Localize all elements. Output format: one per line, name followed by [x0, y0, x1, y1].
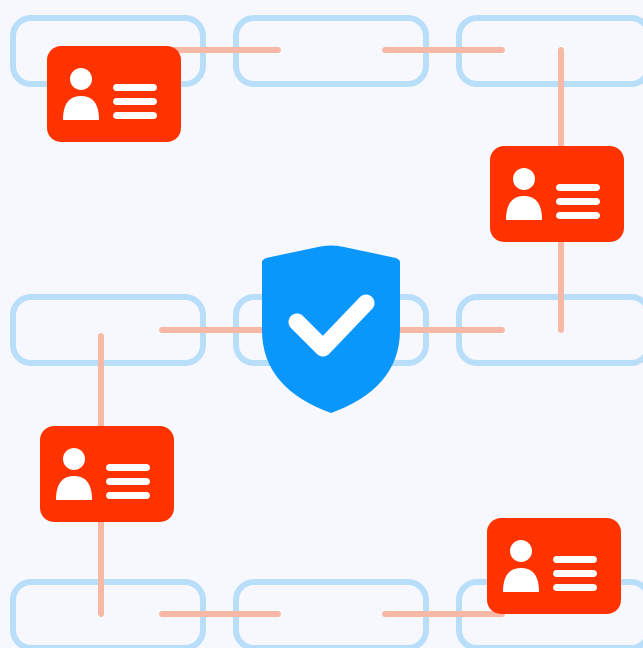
- id-card-icon: [490, 146, 624, 242]
- id-card-icon: [47, 46, 181, 142]
- id-card-icon: [487, 518, 621, 614]
- id-card-icon: [40, 426, 174, 522]
- shield-check-icon: [262, 245, 400, 413]
- verified-identity-network: [10, 15, 643, 648]
- illustration: [0, 0, 643, 648]
